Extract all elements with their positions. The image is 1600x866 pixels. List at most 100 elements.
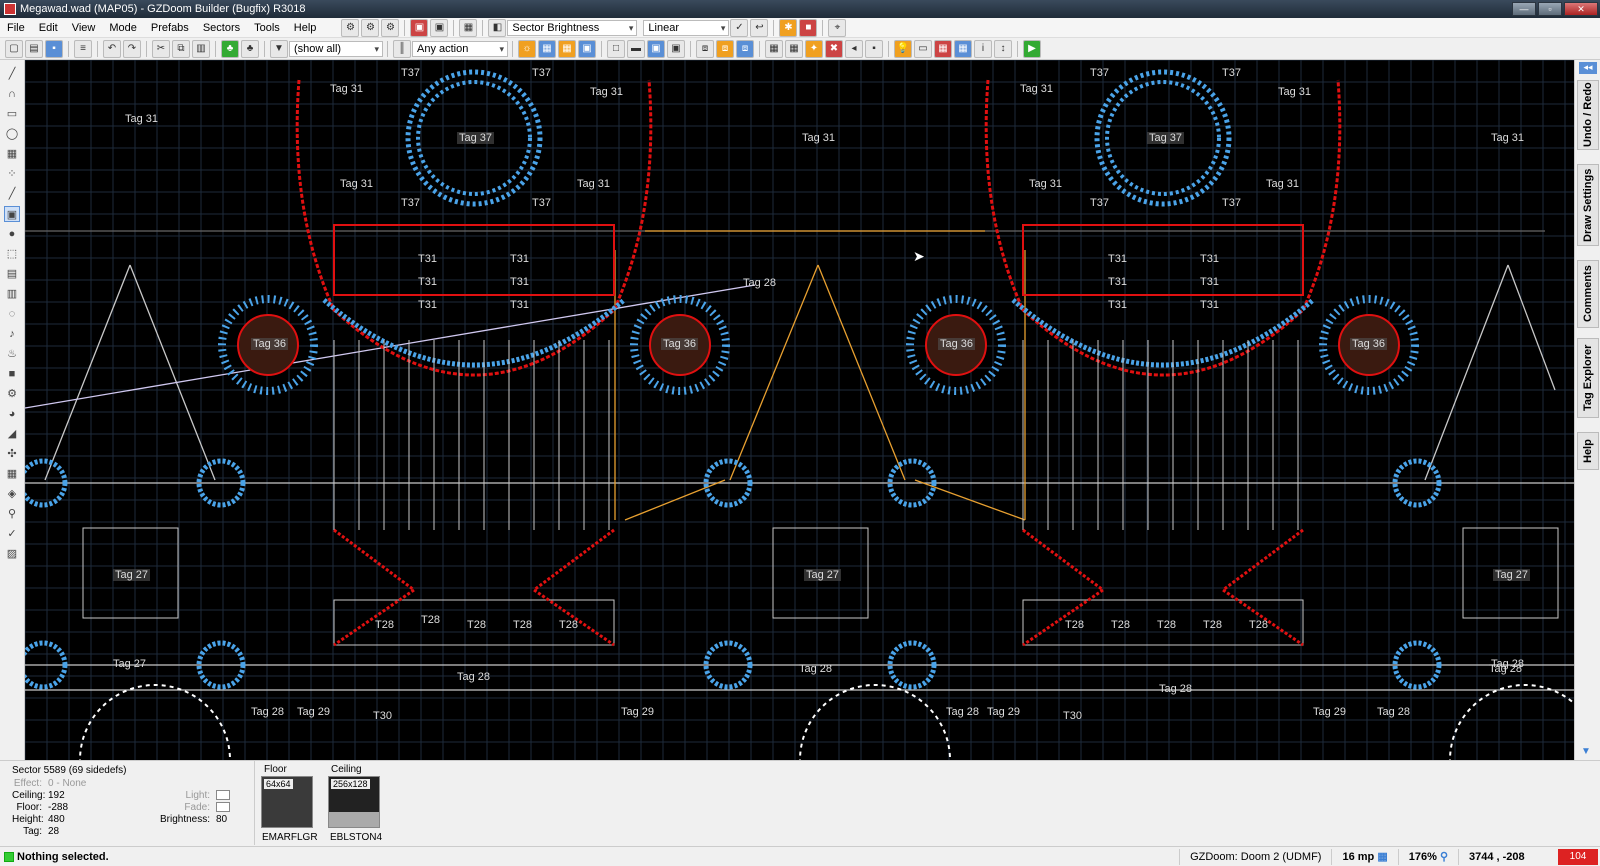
zdoom-icon[interactable]: ⚙ <box>4 386 20 402</box>
visual-mode-icon[interactable]: ✖ <box>825 39 843 58</box>
view-brightness-icon[interactable]: ▬ <box>627 39 645 58</box>
models-icon[interactable]: ▪ <box>865 39 883 58</box>
gear-icon[interactable]: ✱ <box>779 18 798 37</box>
dynamic-lights-icon[interactable]: ▦ <box>934 39 952 58</box>
visual-mode-icon[interactable]: ■ <box>4 366 20 382</box>
flip-icon[interactable]: ⧈ <box>736 39 754 58</box>
map-canvas[interactable]: Tag 31 Tag 31 Tag 31 Tag 31 Tag 31 Tag 31 Tag … <box>25 60 1574 760</box>
menu-file[interactable]: File <box>0 22 32 34</box>
action-filter-select[interactable]: Any action <box>412 40 508 57</box>
edit-selection-icon[interactable]: ⬚ <box>4 246 20 262</box>
play-icon[interactable]: ▶ <box>1023 39 1041 58</box>
copy-icon[interactable]: ⧉ <box>172 39 190 58</box>
sound-environment-icon[interactable]: ◌ <box>4 306 20 322</box>
tab-comments[interactable]: Comments <box>1577 260 1599 328</box>
tab-help[interactable]: Help <box>1577 432 1599 470</box>
cut-icon[interactable]: ✂ <box>152 39 170 58</box>
draw-curve-icon[interactable]: ∩ <box>4 86 20 102</box>
draw-ellipse-icon[interactable]: ◯ <box>4 126 20 142</box>
lightbulb-icon[interactable]: 💡 <box>894 39 912 58</box>
minimize-button[interactable]: — <box>1512 2 1536 16</box>
info-icon[interactable]: i <box>974 39 992 58</box>
new-map-icon[interactable]: ▢ <box>5 39 23 58</box>
scripts-icon[interactable]: ≡ <box>74 39 92 58</box>
merge-icon[interactable]: ⧈ <box>696 39 714 58</box>
tab-undo-redo[interactable]: Undo / Redo <box>1577 80 1599 150</box>
menu-prefabs[interactable]: Prefabs <box>144 22 196 34</box>
insert-thing-icon[interactable]: ♣ <box>221 39 239 58</box>
menu-edit[interactable]: Edit <box>32 22 65 34</box>
arrows-icon[interactable]: ↕ <box>994 39 1012 58</box>
camera-icon[interactable]: ▭ <box>914 39 932 58</box>
sound-icon[interactable]: ◂ <box>845 39 863 58</box>
paste-icon[interactable]: ▥ <box>192 39 210 58</box>
view-ceilings-icon[interactable]: ▣ <box>667 39 685 58</box>
menu-sectors[interactable]: Sectors <box>196 22 247 34</box>
menu-tools[interactable]: Tools <box>247 22 287 34</box>
color-picker-icon[interactable]: ◕ <box>4 406 20 422</box>
collapse-icon[interactable]: ▼ <box>1581 746 1591 757</box>
check-map-icon[interactable]: ✓ <box>4 526 20 542</box>
apply-icon[interactable]: ✓ <box>730 18 749 37</box>
open-map-icon[interactable]: ▤ <box>25 39 43 58</box>
join-icon[interactable]: ⧈ <box>716 39 734 58</box>
texture-browser-icon[interactable]: ▦ <box>459 18 478 37</box>
view-floors-icon[interactable]: ▣ <box>647 39 665 58</box>
zoom-level[interactable]: 176% ⚲ <box>1397 848 1458 865</box>
redo-icon[interactable]: ↷ <box>123 39 141 58</box>
sector-fill-icon[interactable]: ▣ <box>430 18 449 37</box>
menu-mode[interactable]: Mode <box>102 22 144 34</box>
view-normal-icon[interactable]: □ <box>607 39 625 58</box>
undo-icon[interactable]: ↶ <box>103 39 121 58</box>
draw-lines-icon[interactable]: ╱ <box>4 66 20 82</box>
sound-icon[interactable]: ♪ <box>4 326 20 342</box>
slope-icon[interactable]: ◢ <box>4 426 20 442</box>
dock-pin-icon[interactable]: ◂◂ <box>1579 62 1597 74</box>
fullbright-icon[interactable]: ▣ <box>578 39 596 58</box>
snap-grid-icon[interactable]: ▦ <box>765 39 783 58</box>
vertices-mode-icon[interactable]: ⁘ <box>4 166 20 182</box>
fire-icon[interactable]: ♨ <box>4 346 20 362</box>
test-map-icon[interactable]: ⚙ <box>361 18 380 37</box>
close-button[interactable]: ✕ <box>1564 2 1598 16</box>
highlight-icon[interactable]: ✦ <box>805 39 823 58</box>
bridge-icon[interactable]: ▦ <box>4 466 20 482</box>
things-mode-icon[interactable]: ● <box>4 226 20 242</box>
fog-icon[interactable]: ▦ <box>954 39 972 58</box>
draw-grid-icon[interactable]: ▦ <box>4 146 20 162</box>
floor-texture-preview[interactable]: 64x64 <box>261 776 313 828</box>
ceiling-texture-preview[interactable]: 256x128 <box>328 776 380 828</box>
draw-rectangle-icon[interactable]: ▭ <box>4 106 20 122</box>
game-config[interactable]: GZDoom: Doom 2 (UDMF) <box>1179 848 1331 865</box>
grid-size[interactable]: 16 mp ▦ <box>1331 848 1397 865</box>
texture-icon[interactable]: ▦ <box>558 39 576 58</box>
find-icon[interactable]: ⚲ <box>4 506 20 522</box>
image-export-icon[interactable]: ▨ <box>4 546 20 562</box>
interpolation-select[interactable]: Linear <box>643 19 730 36</box>
linedefs-mode-icon[interactable]: ╱ <box>4 186 20 202</box>
stop-icon[interactable]: ■ <box>799 18 818 37</box>
thing-filter-icon[interactable]: ♣ <box>241 39 259 58</box>
thing-filter-select[interactable]: (show all) <box>289 40 383 57</box>
tab-tag-explorer[interactable]: Tag Explorer <box>1577 338 1599 418</box>
tag-icon[interactable]: ⌖ <box>828 18 847 37</box>
save-map-icon[interactable]: ▪ <box>45 39 63 58</box>
sound-propagation-icon[interactable]: ▥ <box>4 286 20 302</box>
warnings-badge[interactable]: 104 <box>1558 848 1598 865</box>
menu-help[interactable]: Help <box>287 22 324 34</box>
script-editor-icon[interactable]: ⚙ <box>341 18 360 37</box>
vertex-slope-icon[interactable]: ✣ <box>4 446 20 462</box>
auto-merge-icon[interactable]: ▦ <box>785 39 803 58</box>
things-filter-icon[interactable]: ▣ <box>410 18 429 37</box>
brightness-icon[interactable]: ☼ <box>518 39 536 58</box>
map-options-icon[interactable]: ⚙ <box>381 18 400 37</box>
sectors-mode-icon[interactable]: ▣ <box>4 206 20 222</box>
menu-view[interactable]: View <box>65 22 103 34</box>
maximize-button[interactable]: ▫ <box>1538 2 1562 16</box>
grid-icon[interactable]: ▦ <box>538 39 556 58</box>
apply-back-icon[interactable]: ↩ <box>750 18 769 37</box>
view-mode-select[interactable]: Sector Brightness <box>507 19 638 36</box>
tab-draw-settings[interactable]: Draw Settings <box>1577 164 1599 246</box>
make-sectors-icon[interactable]: ▤ <box>4 266 20 282</box>
flood-fill-icon[interactable]: ◈ <box>4 486 20 502</box>
